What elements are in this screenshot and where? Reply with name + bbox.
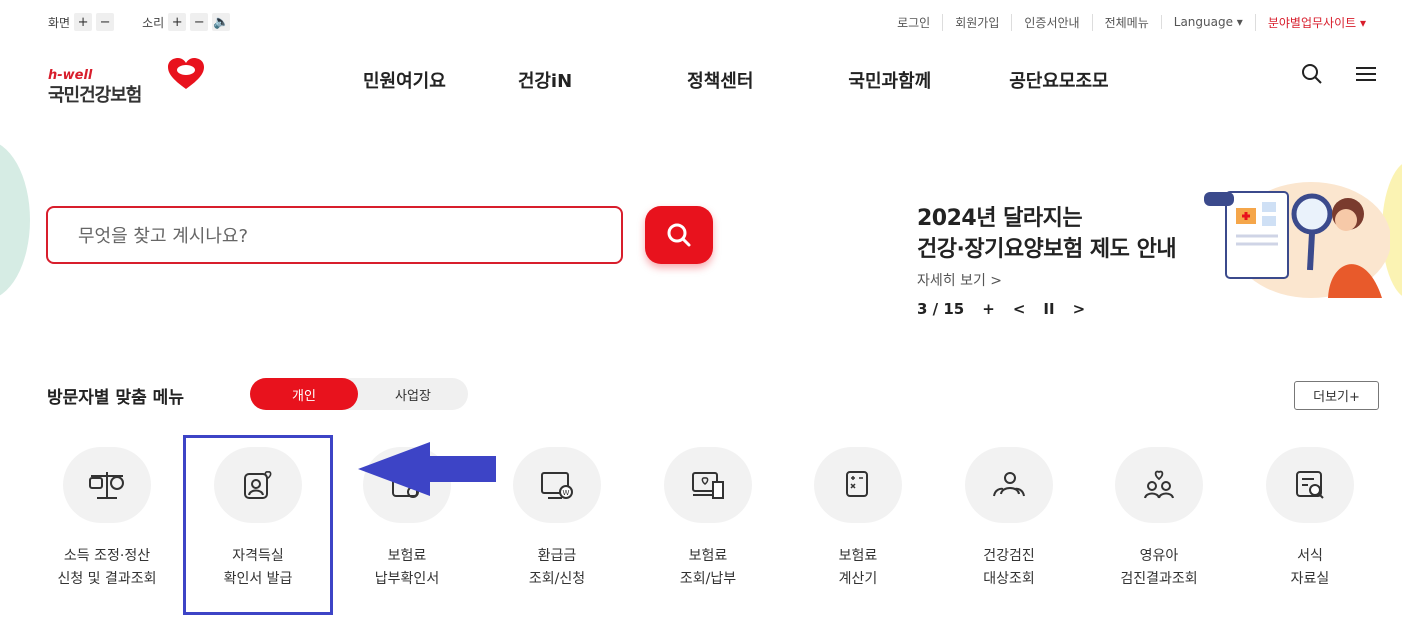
search-icon[interactable] bbox=[1300, 62, 1324, 86]
logo-name: 국민건강보험 bbox=[48, 85, 142, 106]
banner-title-line1: 2024년 달라지는 bbox=[917, 206, 1083, 231]
banner-title[interactable]: 2024년 달라지는 건강·장기요양보험 제도 안내 bbox=[917, 203, 1177, 265]
people-group-icon bbox=[993, 472, 1025, 497]
banner-next-button[interactable]: > bbox=[1073, 300, 1086, 318]
banner-prev-button[interactable]: < bbox=[1013, 300, 1026, 318]
tile-label-line2: 납부확인서 bbox=[374, 571, 440, 587]
banner-more-link[interactable]: 자세히 보기 > bbox=[917, 270, 1002, 290]
tile-label-line2: 자료실 bbox=[1290, 571, 1330, 587]
tile-premium-inquiry-payment[interactable]: 보험료조회/납부 bbox=[633, 447, 783, 591]
screen-zoom-label: 화면 bbox=[48, 15, 71, 30]
volume-down-button[interactable]: − bbox=[190, 13, 209, 31]
zoom-out-button[interactable]: − bbox=[96, 13, 115, 31]
tile-label-line1: 소득 조정·정산 bbox=[63, 548, 151, 564]
tile-health-checkup-eligibility[interactable]: 건강검진대상조회 bbox=[934, 447, 1084, 591]
login-link[interactable]: 로그인 bbox=[885, 14, 942, 31]
speaker-icon[interactable]: 🔈 bbox=[212, 13, 231, 31]
family-heart-icon bbox=[1144, 470, 1174, 499]
sound-control: 소리 + − 🔈 bbox=[142, 13, 231, 31]
decorative-blob-left bbox=[0, 140, 30, 300]
tile-label-line1: 서식 bbox=[1297, 548, 1323, 564]
volume-up-button[interactable]: + bbox=[168, 13, 187, 31]
banner-illustration-icon bbox=[1204, 182, 1390, 298]
monitor-won-icon: W bbox=[541, 472, 573, 499]
tile-refund-inquiry[interactable]: W 환급금조회/신청 bbox=[482, 447, 632, 591]
svg-text:W: W bbox=[563, 489, 570, 497]
tile-label-line2: 대상조회 bbox=[983, 571, 1035, 587]
tile-label-line1: 보험료 bbox=[688, 548, 728, 564]
banner-pause-button[interactable]: II bbox=[1043, 300, 1054, 318]
sound-label: 소리 bbox=[142, 15, 165, 30]
tab-business[interactable]: 사업장 bbox=[358, 378, 468, 410]
zoom-in-button[interactable]: + bbox=[74, 13, 93, 31]
banner-title-line2: 건강·장기요양보험 제도 안내 bbox=[917, 237, 1177, 262]
language-dropdown[interactable]: Language ▾ bbox=[1160, 15, 1255, 29]
highlight-box bbox=[183, 435, 333, 615]
search-icon bbox=[667, 223, 691, 247]
tile-label-line2: 검진결과조회 bbox=[1120, 571, 1198, 587]
tile-infant-checkup-results[interactable]: 영유아검진결과조회 bbox=[1084, 447, 1234, 591]
all-menu-link[interactable]: 전체메뉴 bbox=[1091, 13, 1161, 31]
nav-health-in[interactable]: 건강iN bbox=[518, 67, 572, 93]
signup-link[interactable]: 회원가입 bbox=[942, 13, 1011, 31]
nav-with-public[interactable]: 국민과함께 bbox=[848, 67, 931, 93]
banner-expand-button[interactable]: + bbox=[982, 300, 995, 318]
logo[interactable]: h-well 국민건강보험 bbox=[48, 55, 218, 106]
tile-premium-calculator[interactable]: 보험료계산기 bbox=[783, 447, 933, 591]
scale-icon bbox=[89, 472, 124, 499]
calculator-icon bbox=[846, 471, 868, 497]
tile-label-line1: 보험료 bbox=[838, 548, 878, 564]
tile-label-line2: 계산기 bbox=[838, 571, 878, 587]
document-magnifier-icon bbox=[1296, 471, 1324, 499]
tile-label-line1: 건강검진 bbox=[983, 548, 1035, 564]
tile-income-adjustment[interactable]: 소득 조정·정산신청 및 결과조회 bbox=[32, 447, 182, 591]
screen-zoom-control: 화면 + − bbox=[48, 13, 115, 31]
hamburger-menu-icon[interactable] bbox=[1354, 62, 1378, 86]
nav-policy-center[interactable]: 정책센터 bbox=[687, 67, 753, 93]
certificate-guide-link[interactable]: 인증서안내 bbox=[1011, 13, 1091, 31]
main-navigation: 민원여기요 건강iN 정책센터 국민과함께 공단요모조모 bbox=[363, 67, 1109, 93]
search-button[interactable] bbox=[645, 206, 713, 264]
nav-civil-service[interactable]: 민원여기요 bbox=[363, 67, 446, 93]
more-button[interactable]: 더보기+ bbox=[1294, 381, 1379, 410]
tile-label-line1: 환급금 bbox=[537, 548, 577, 564]
visitor-type-toggle: 개인 사업장 bbox=[250, 378, 468, 410]
tile-label-line2: 신청 및 결과조회 bbox=[57, 571, 157, 587]
heart-logo-icon bbox=[168, 58, 204, 89]
monitor-receipt-icon bbox=[692, 472, 724, 499]
banner-controls: 3 / 15 + < II > bbox=[917, 300, 1085, 318]
visitor-menu-title: 방문자별 맞춤 메뉴 bbox=[47, 388, 184, 408]
search-input[interactable]: 무엇을 찾고 계시나요? bbox=[46, 206, 623, 264]
tile-label-line2: 조회/납부 bbox=[679, 571, 737, 587]
tile-label-line1: 보험료 bbox=[387, 548, 427, 564]
tab-individual[interactable]: 개인 bbox=[250, 378, 358, 410]
header: h-well 국민건강보험 민원여기요 건강iN 정책센터 국민과함께 공단요모… bbox=[48, 50, 1378, 110]
arrow-left-icon bbox=[358, 442, 496, 496]
tile-label-line1: 영유아 bbox=[1139, 548, 1179, 564]
tile-label-line2: 조회/신청 bbox=[528, 571, 586, 587]
nav-corporation-info[interactable]: 공단요모조모 bbox=[1009, 67, 1108, 93]
utility-bar: 화면 + − 소리 + − 🔈 로그인 회원가입 인증서안내 전체메뉴 Lang… bbox=[48, 10, 1378, 34]
banner-page-indicator: 3 / 15 bbox=[917, 300, 965, 318]
business-sites-dropdown[interactable]: 분야별업무사이트 ▾ bbox=[1254, 13, 1378, 31]
tile-forms-library[interactable]: 서식자료실 bbox=[1235, 447, 1385, 591]
